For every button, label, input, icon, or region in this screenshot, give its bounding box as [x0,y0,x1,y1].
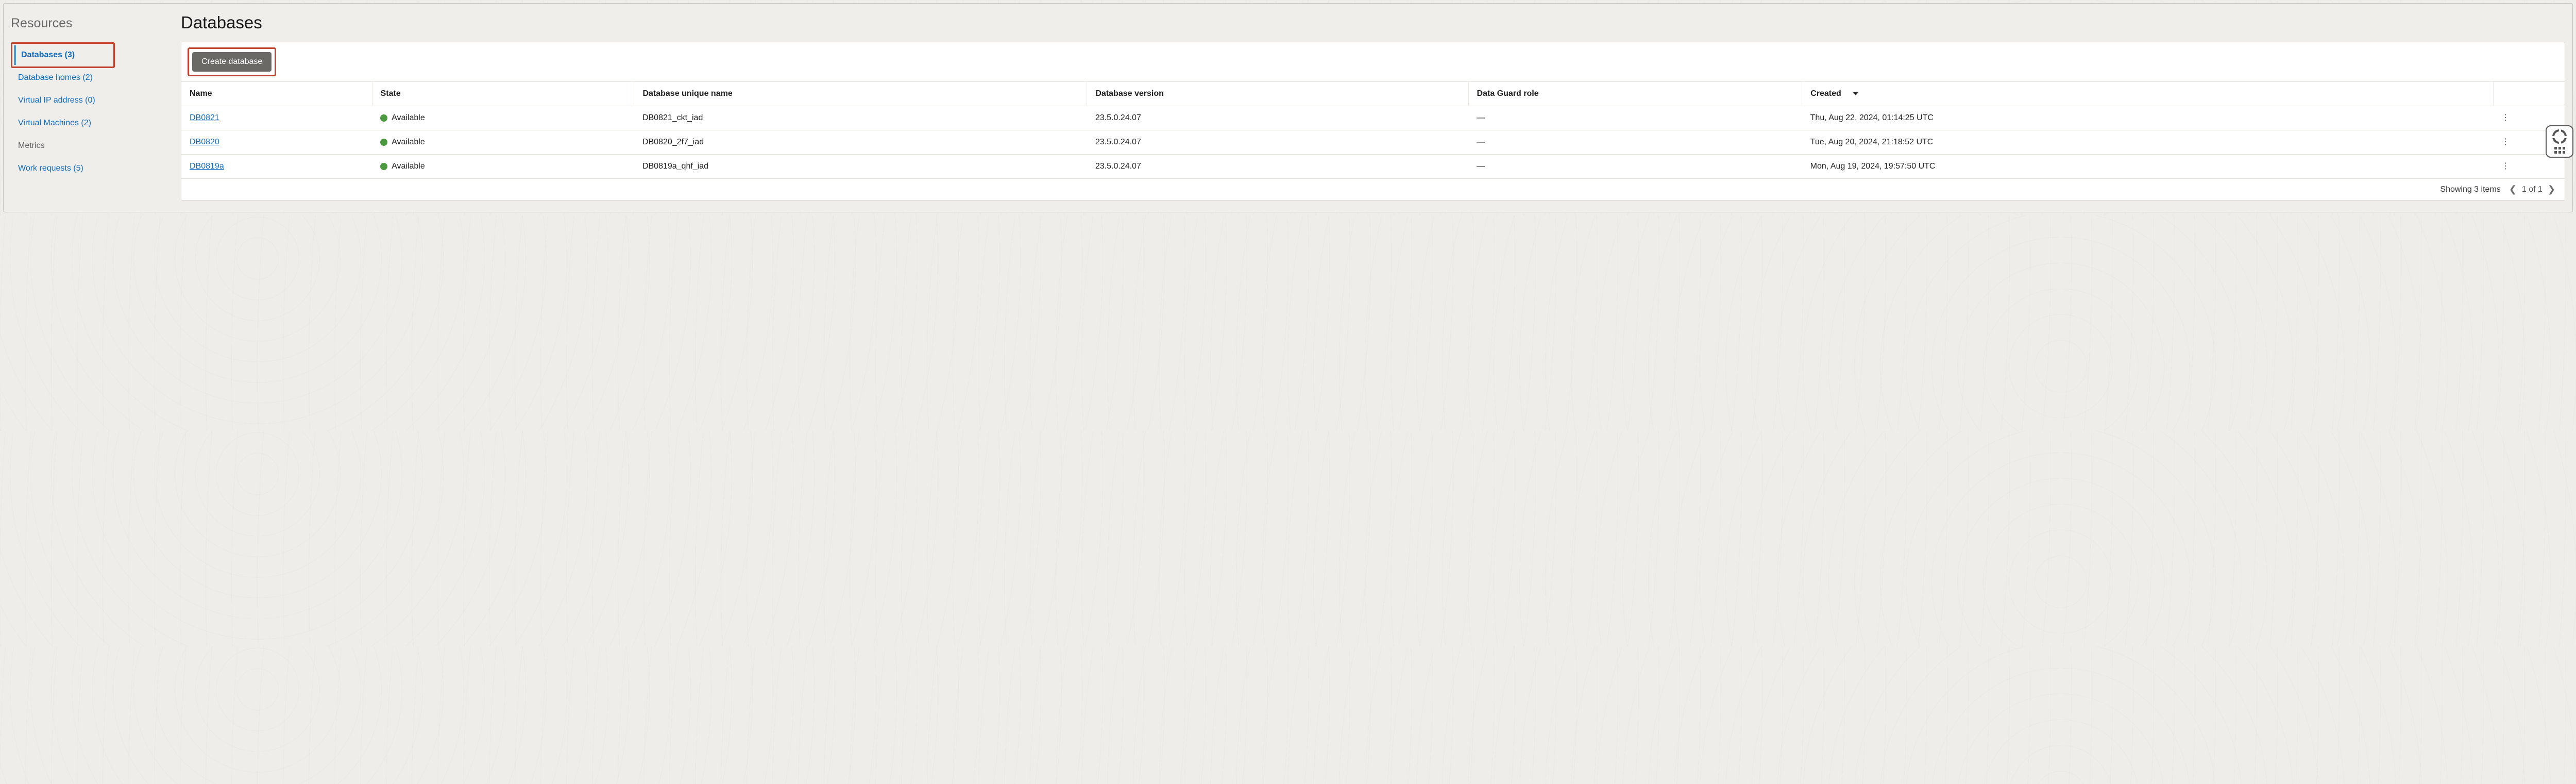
status-dot-icon [380,139,387,146]
cell-created: Thu, Aug 22, 2024, 01:14:25 UTC [1802,106,2494,130]
sidebar-item-label: Work requests (5) [18,164,83,173]
cell-role: — [1468,155,1802,179]
state-text: Available [392,138,425,146]
page-next-button[interactable]: ❯ [2548,184,2555,195]
sidebar-item-label: Metrics [18,141,45,150]
sidebar-item-label: Virtual IP address (0) [18,96,95,105]
cell-unique: DB0821_ckt_iad [634,106,1087,130]
cell-created: Tue, Aug 20, 2024, 21:18:52 UTC [1802,130,2494,155]
col-header-actions [2493,82,2565,106]
kebab-icon: ⋮ [2501,117,2556,119]
sidebar-item-database-homes[interactable]: Database homes (2) [11,68,165,88]
col-header-name[interactable]: Name [181,82,372,106]
col-header-version[interactable]: Database version [1087,82,1468,106]
status-dot-icon [380,163,387,170]
sidebar-item-metrics[interactable]: Metrics [11,136,165,156]
cell-role: — [1468,106,1802,130]
create-database-button[interactable]: Create database [192,52,272,72]
cell-name: DB0821 [181,106,372,130]
sidebar-item-virtual-ip[interactable]: Virtual IP address (0) [11,91,165,110]
highlight-annotation: Databases (3) [11,42,115,68]
col-header-unique[interactable]: Database unique name [634,82,1087,106]
resources-sidebar: Resources Databases (3) Database homes (… [11,13,165,181]
kebab-icon: ⋮ [2501,165,2556,168]
databases-panel: Create database Name State Database uniq… [181,42,2565,201]
sidebar-item-work-requests[interactable]: Work requests (5) [11,159,165,178]
panel-toolbar: Create database [181,42,2565,81]
highlight-annotation: Create database [188,47,276,76]
sidebar-item-virtual-machines[interactable]: Virtual Machines (2) [11,113,165,133]
cell-version: 23.5.0.24.07 [1087,130,1468,155]
state-text: Available [392,162,425,171]
col-header-created[interactable]: Created [1802,82,2494,106]
cell-state: Available [372,130,634,155]
sidebar-item-label: Database homes (2) [18,73,93,82]
sort-desc-icon [1853,92,1859,95]
cell-name: DB0819a [181,155,372,179]
cell-state: Available [372,106,634,130]
state-text: Available [392,113,425,122]
footer-summary: Showing 3 items [2440,185,2500,194]
sidebar-item-databases[interactable]: Databases (3) [14,45,112,65]
database-link[interactable]: DB0820 [190,138,219,146]
cell-role: — [1468,130,1802,155]
database-link[interactable]: DB0819a [190,162,224,171]
status-dot-icon [380,114,387,122]
app-grid-icon [2554,147,2565,154]
table-footer: Showing 3 items ❮ 1 of 1 ❯ [181,178,2565,200]
help-widget[interactable] [2546,125,2573,158]
cell-unique: DB0820_2f7_iad [634,130,1087,155]
database-link[interactable]: DB0821 [190,113,219,122]
pager: ❮ 1 of 1 ❯ [2509,184,2555,195]
cell-version: 23.5.0.24.07 [1087,155,1468,179]
table-row: DB0821 Available DB0821_ckt_iad 23.5.0.2… [181,106,2565,130]
col-header-state[interactable]: State [372,82,634,106]
col-header-created-label: Created [1810,89,1841,98]
sidebar-title: Resources [11,16,165,31]
table-row: DB0820 Available DB0820_2f7_iad 23.5.0.2… [181,130,2565,155]
databases-table: Name State Database unique name Database… [181,81,2565,178]
page-prev-button[interactable]: ❮ [2509,184,2517,195]
row-actions-button[interactable]: ⋮ [2493,155,2565,179]
cell-unique: DB0819a_qhf_iad [634,155,1087,179]
page-title: Databases [181,13,2565,32]
lifering-icon [2552,129,2567,144]
table-header-row: Name State Database unique name Database… [181,82,2565,106]
col-header-role[interactable]: Data Guard role [1468,82,1802,106]
cell-created: Mon, Aug 19, 2024, 19:57:50 UTC [1802,155,2494,179]
sidebar-item-label: Databases (3) [21,51,75,59]
page-indicator: 1 of 1 [2522,185,2543,194]
cell-name: DB0820 [181,130,372,155]
cell-state: Available [372,155,634,179]
table-row: DB0819a Available DB0819a_qhf_iad 23.5.0… [181,155,2565,179]
main-content: Databases Create database Name [181,13,2565,201]
sidebar-item-label: Virtual Machines (2) [18,119,91,127]
cell-version: 23.5.0.24.07 [1087,106,1468,130]
